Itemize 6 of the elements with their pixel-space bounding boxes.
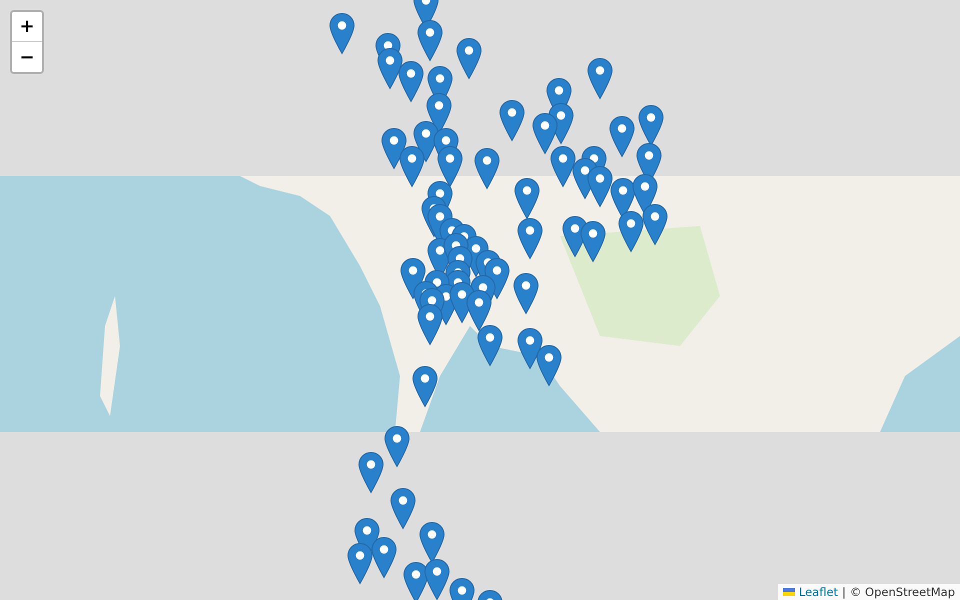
separator-text: |: [842, 585, 846, 599]
leaflet-link[interactable]: Leaflet: [798, 585, 838, 599]
copyright-text: © OpenStreetMap: [850, 585, 955, 599]
zoom-in-button[interactable]: +: [12, 12, 42, 42]
zoom-out-button[interactable]: −: [12, 42, 42, 72]
flag-icon: [782, 588, 795, 596]
